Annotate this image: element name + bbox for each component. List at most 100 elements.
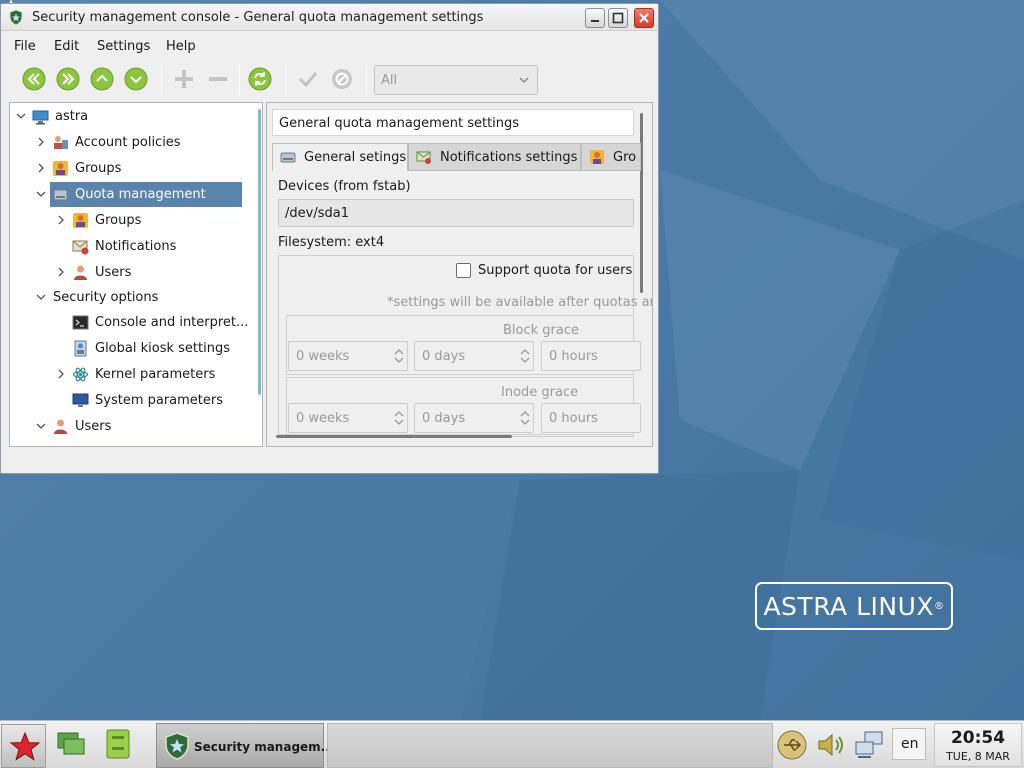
clock[interactable]: 20:54 TUE, 8 MAR — [934, 723, 1022, 767]
groups-icon — [73, 213, 88, 228]
collapse-icon[interactable] — [36, 421, 46, 431]
inode-grace-days-spinner[interactable]: 0 days — [414, 403, 534, 433]
inode-grace-hours-spinner[interactable]: 0 hours — [541, 403, 641, 433]
tree-item-label: Console and interpret... — [95, 315, 249, 330]
tree-item-label: Groups — [75, 161, 122, 176]
filter-combobox[interactable]: All — [374, 65, 538, 95]
usb-icon[interactable] — [776, 729, 808, 761]
remove-icon[interactable] — [205, 66, 231, 92]
spinner-arrows-icon[interactable] — [394, 409, 404, 427]
tree-item-quota-management[interactable]: Quota management — [10, 182, 250, 207]
computer-icon — [32, 110, 49, 125]
start-menu-button[interactable] — [1, 724, 46, 768]
navigation-tree[interactable]: astra Account policies Groups Quota mana… — [9, 102, 263, 447]
spinner-arrows-icon[interactable] — [394, 347, 404, 365]
support-quota-checkbox[interactable] — [456, 263, 471, 278]
menu-file[interactable]: File — [14, 39, 36, 54]
tree-item-quota-groups[interactable]: Groups — [10, 208, 250, 233]
refresh-icon[interactable] — [247, 66, 273, 92]
panel-horizontal-scrollbar[interactable] — [276, 435, 512, 438]
spinner-arrows-icon[interactable] — [520, 347, 530, 365]
expand-icon[interactable] — [36, 163, 46, 173]
minimize-button[interactable] — [585, 8, 605, 28]
task-area — [327, 723, 773, 768]
show-desktop-icon[interactable] — [55, 727, 89, 761]
apply-icon[interactable] — [295, 66, 321, 92]
panel-header: General quota management settings — [272, 109, 634, 136]
add-icon[interactable] — [171, 66, 197, 92]
spinner-value: 0 hours — [549, 349, 598, 364]
toolbar-separator — [239, 65, 240, 95]
menu-settings[interactable]: Settings — [97, 39, 150, 54]
maximize-button[interactable] — [608, 8, 628, 28]
tree-item-users[interactable]: Users — [10, 414, 250, 439]
expand-icon[interactable] — [56, 215, 66, 225]
tree-item-groups[interactable]: Groups — [10, 156, 250, 181]
tree-item-kiosk[interactable]: Global kiosk settings — [10, 336, 250, 361]
inode-grace-weeks-spinner[interactable]: 0 weeks — [288, 403, 408, 433]
settings-tabs: General setings Notifications settings G… — [272, 143, 641, 171]
star-icon — [9, 731, 41, 761]
shield-icon — [9, 9, 23, 26]
expand-icon[interactable] — [56, 369, 66, 379]
last-button[interactable] — [55, 66, 81, 92]
block-grace-days-spinner[interactable]: 0 days — [414, 341, 534, 371]
title-bar[interactable]: Security management console - General qu… — [1, 4, 658, 31]
menu-edit[interactable]: Edit — [54, 39, 79, 54]
cancel-icon[interactable] — [329, 66, 355, 92]
up-button[interactable] — [89, 66, 115, 92]
tree-item-security-options[interactable]: Security options — [10, 285, 250, 310]
expand-icon[interactable] — [56, 267, 66, 277]
tree-item-label: Users — [95, 265, 132, 280]
panel-vertical-scrollbar[interactable] — [640, 113, 643, 293]
tree-item-astra[interactable]: astra — [10, 104, 250, 129]
down-button[interactable] — [123, 66, 149, 92]
network-icon[interactable] — [853, 729, 885, 761]
device-select[interactable]: /dev/sda1 — [278, 199, 634, 227]
spinner-arrows-icon[interactable] — [520, 409, 530, 427]
groups-icon — [53, 161, 68, 176]
block-grace-hours-spinner[interactable]: 0 hours — [541, 341, 641, 371]
tab-label: General setings — [304, 150, 407, 165]
security-console-window: Security management console - General qu… — [0, 3, 659, 474]
tree-item-quota-users[interactable]: Users — [10, 260, 250, 285]
filter-value: All — [381, 73, 398, 88]
support-quota-label[interactable]: Support quota for users — [478, 263, 632, 278]
first-button[interactable] — [21, 66, 47, 92]
language-code: en — [901, 736, 919, 752]
collapse-icon[interactable] — [36, 189, 46, 199]
tree-item-console[interactable]: Console and interpret... — [10, 310, 250, 335]
tab-general-settings[interactable]: General setings — [272, 143, 408, 171]
block-grace-title: Block grace — [503, 323, 580, 338]
collapse-icon[interactable] — [16, 111, 26, 121]
tab-groups[interactable]: Gro — [581, 143, 641, 171]
task-security-console[interactable]: Security managem... — [156, 723, 334, 768]
tree-item-label: Security options — [53, 290, 159, 305]
tree-item-notifications[interactable]: Notifications — [10, 234, 250, 259]
collapse-icon[interactable] — [36, 292, 46, 302]
spinner-value: 0 days — [422, 411, 466, 426]
groups-icon — [590, 150, 604, 164]
tab-notifications-settings[interactable]: Notifications settings — [408, 143, 581, 171]
tree-item-kernel[interactable]: Kernel parameters — [10, 362, 250, 387]
tab-label: Gro — [613, 150, 637, 165]
tree-scrollbar[interactable] — [258, 109, 261, 395]
menu-help[interactable]: Help — [166, 39, 196, 54]
tree-item-account-policies[interactable]: Account policies — [10, 130, 250, 155]
expand-icon[interactable] — [36, 137, 46, 147]
tree-item-label: Users — [75, 419, 112, 434]
keyboard-layout-indicator[interactable]: en — [892, 728, 926, 760]
block-grace-weeks-spinner[interactable]: 0 weeks — [288, 341, 408, 371]
spinner-value: 0 hours — [549, 411, 598, 426]
close-button[interactable] — [634, 8, 654, 28]
chevron-down-icon — [519, 77, 529, 84]
device-value: /dev/sda1 — [285, 206, 349, 221]
volume-icon[interactable] — [815, 729, 847, 761]
file-manager-icon[interactable] — [101, 727, 135, 761]
tree-item-label: Global kiosk settings — [95, 341, 230, 356]
menu-bar: File Edit Settings Help — [1, 32, 658, 60]
devices-label: Devices (from fstab) — [278, 179, 411, 194]
astra-linux-logo: ASTRA LINUX ® — [755, 582, 953, 630]
tree-item-system-parameters[interactable]: System parameters — [10, 388, 250, 413]
kiosk-icon — [74, 340, 87, 357]
